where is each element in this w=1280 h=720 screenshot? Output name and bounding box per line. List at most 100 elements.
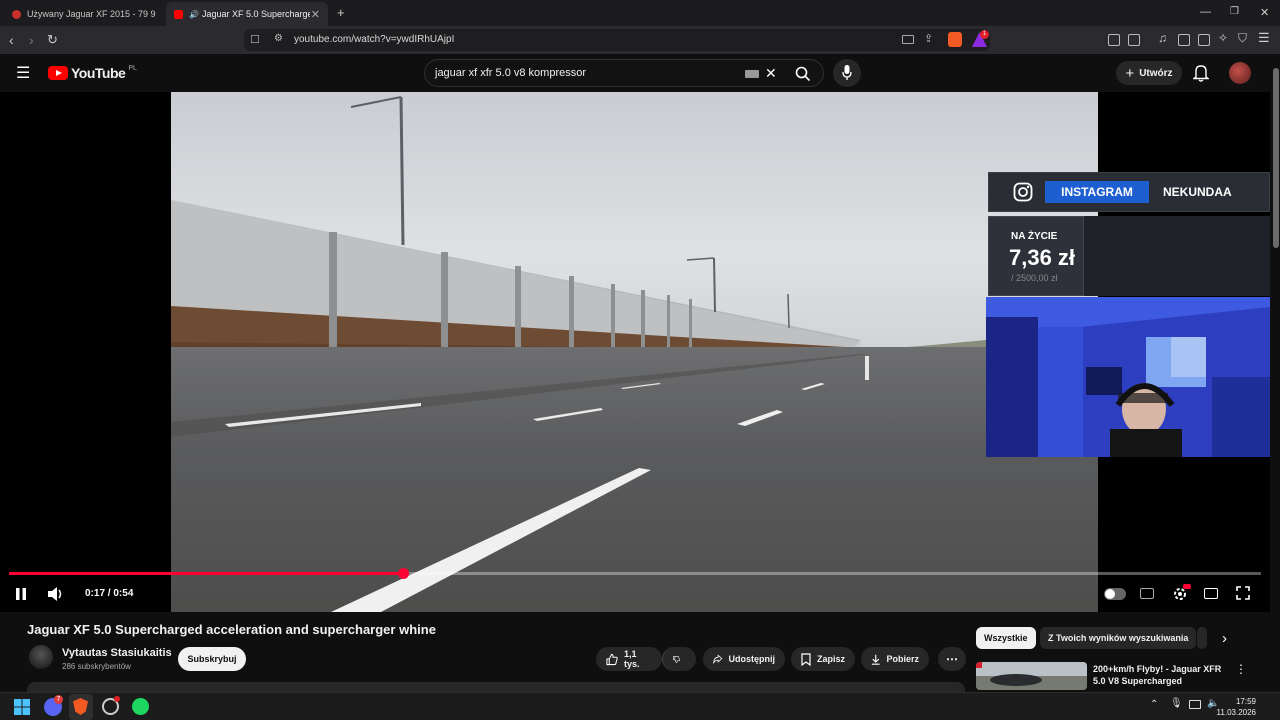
keyboard-icon[interactable] (745, 70, 759, 78)
like-button[interactable]: 1,1 tys. (596, 647, 662, 671)
browser-tab-strip: Używany Jaguar XF 2015 - 79 999 PL 🔊 Jag… (0, 0, 1280, 26)
fullscreen-icon[interactable] (1236, 586, 1250, 600)
menu-icon[interactable]: ☰ (1258, 30, 1270, 46)
youtube-favicon-icon (174, 9, 183, 19)
progress-bar[interactable] (9, 568, 1261, 579)
voice-search-button[interactable] (833, 59, 861, 87)
reload-icon[interactable]: ↻ (47, 32, 58, 48)
tab-title: Używany Jaguar XF 2015 - 79 999 PL (26, 9, 156, 19)
share-button[interactable]: Udostępnij (703, 647, 785, 671)
instagram-overlay: INSTAGRAM NEKUNDAA (988, 172, 1270, 212)
autoplay-toggle[interactable] (1104, 588, 1126, 600)
chip-from-search[interactable]: Z Twoich wyników wyszukiwania (1040, 627, 1197, 649)
account-avatar[interactable] (1229, 62, 1251, 84)
recommendation-thumbnail[interactable] (976, 662, 1087, 690)
page-scrollbar[interactable] (1272, 54, 1280, 692)
sidebar-icon[interactable] (1178, 34, 1190, 46)
share-arrow-icon (713, 654, 723, 665)
screenshot-icon[interactable] (1128, 34, 1140, 46)
chips-next-icon[interactable]: › (1222, 630, 1227, 647)
wallet-icon[interactable] (1198, 34, 1210, 46)
goal-target: / 2500,00 zł (1011, 273, 1058, 283)
webcam-scene (986, 297, 1270, 457)
tab-jaguar-listing[interactable]: Używany Jaguar XF 2015 - 79 999 PL (4, 2, 164, 26)
subtitles-icon[interactable] (1140, 588, 1154, 599)
search-input[interactable]: jaguar xf xfr 5.0 v8 kompressor ✕ (424, 59, 824, 87)
hamburger-menu-icon[interactable]: ☰ (16, 63, 30, 83)
clock-time: 17:59 (1235, 697, 1256, 706)
chip-all[interactable]: Wszystkie (976, 627, 1036, 649)
windows-taskbar: 7 ⌃ 🎙 🔈 17:59 11.03.2026 (0, 692, 1280, 720)
back-icon[interactable]: ‹ (9, 32, 14, 48)
brave-shields-icon[interactable] (948, 32, 962, 47)
autoplay-knob (1105, 589, 1115, 599)
subscriber-count: 286 subskrybentów (62, 662, 131, 671)
new-tab-icon[interactable]: + (337, 5, 345, 20)
search-icon[interactable] (795, 66, 811, 82)
dislike-button[interactable] (662, 647, 696, 671)
cast-icon[interactable] (902, 35, 914, 44)
leo-ai-icon[interactable]: ✧ (1218, 31, 1228, 45)
scrollbar-thumb[interactable] (1273, 68, 1279, 248)
spotify-icon[interactable] (132, 698, 149, 715)
minimize-icon[interactable]: — (1200, 6, 1211, 18)
goal-label: NA ŻYCIE (1011, 231, 1058, 242)
create-button[interactable]: + Utwórz (1116, 61, 1182, 85)
total-time: 0:54 (113, 588, 134, 599)
recommendation-title[interactable]: 200+km/h Flyby! - Jaguar XFR 5.0 V8 Supe… (1093, 663, 1223, 687)
clock-date: 11.03.2026 (1216, 708, 1256, 717)
instagram-icon (1013, 182, 1033, 202)
address-bar[interactable]: ☐ ⚙ youtube.com/watch?v=ywdIRhUAjpI ⇪ 1 (244, 29, 990, 51)
channel-avatar[interactable] (29, 645, 53, 669)
thumbs-down-icon (673, 655, 680, 663)
vpn-icon[interactable]: ⛉ (1238, 31, 1247, 46)
share-page-icon[interactable]: ⇪ (924, 32, 933, 45)
notifications-bell-icon[interactable] (1193, 64, 1209, 82)
download-button[interactable]: Pobierz (861, 647, 929, 671)
bookmark-icon[interactable]: ☐ (250, 33, 260, 46)
streamer-webcam (986, 297, 1270, 457)
volume-icon[interactable] (47, 586, 65, 602)
site-info-icon[interactable]: ⚙ (274, 33, 283, 44)
save-button[interactable]: Zapisz (791, 647, 855, 671)
tab-youtube-video[interactable]: 🔊 Jaguar XF 5.0 Supercharged a ✕ (166, 2, 328, 26)
clear-search-icon[interactable]: ✕ (765, 65, 777, 82)
subscribe-button[interactable]: Subskrybuj (178, 647, 246, 671)
video-player[interactable]: INSTAGRAM NEKUNDAA NA ŻYCIE 7,36 zł / 25… (0, 92, 1270, 612)
bookmark-save-icon (801, 652, 811, 666)
chip-overflow[interactable] (1197, 627, 1207, 649)
more-actions-icon[interactable]: ⋯ (938, 647, 966, 671)
channel-name[interactable]: Vytautas Stasiukaitis (62, 647, 172, 659)
tray-network-icon[interactable] (1189, 700, 1201, 709)
rewards-badge: 1 (980, 30, 989, 39)
description-box[interactable] (27, 682, 965, 692)
download-icon (871, 654, 880, 665)
streamer-name: NEKUNDAA (1163, 185, 1232, 199)
otomoto-favicon-icon (12, 9, 21, 19)
thumbnail-image (976, 662, 1087, 690)
media-icon[interactable]: ♫ (1158, 31, 1167, 45)
recommendation-menu-icon[interactable]: ⋮ (1235, 662, 1247, 676)
windows-start-icon[interactable] (14, 699, 30, 715)
theater-mode-icon[interactable] (1204, 588, 1218, 599)
tab-title: Jaguar XF 5.0 Supercharged a (201, 9, 310, 19)
forward-icon[interactable]: › (29, 32, 34, 48)
browser-toolbar: ‹ › ↻ ☐ ⚙ youtube.com/watch?v=ywdIRhUAjp… (0, 26, 1280, 54)
tray-microphone-icon[interactable]: 🎙 (1170, 698, 1183, 709)
pause-icon[interactable] (15, 587, 27, 601)
microphone-icon (842, 65, 852, 80)
speaker-icon: 🔊 (189, 9, 199, 19)
extensions-icon[interactable] (1108, 34, 1120, 46)
restore-icon[interactable]: ❐ (1230, 6, 1239, 17)
youtube-header: ☰ YouTube PL jaguar xf xfr 5.0 v8 kompre… (0, 54, 1280, 92)
close-window-icon[interactable]: ✕ (1260, 6, 1269, 19)
like-count: 1,1 tys. (623, 649, 640, 669)
close-tab-icon[interactable]: ✕ (311, 8, 320, 21)
tray-expand-icon[interactable]: ⌃ (1150, 699, 1158, 710)
url-text: youtube.com/watch?v=ywdIRhUAjpI (294, 34, 455, 45)
steam-badge (114, 696, 120, 702)
discord-badge: 7 (54, 695, 63, 704)
donation-goal-overlay: NA ŻYCIE 7,36 zł / 2500,00 zł (988, 216, 1270, 296)
taskbar-clock[interactable]: 17:59 11.03.2026 (1217, 696, 1256, 718)
youtube-logo[interactable]: YouTube PL (48, 65, 137, 81)
